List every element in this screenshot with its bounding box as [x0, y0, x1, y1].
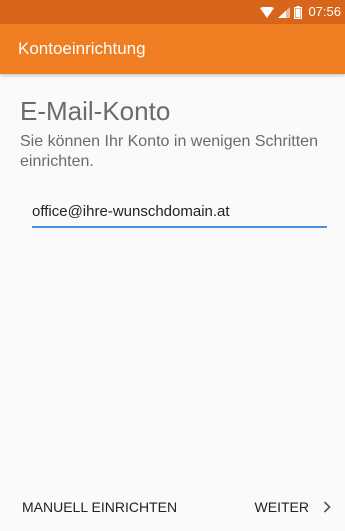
battery-icon — [294, 5, 303, 19]
wifi-icon — [260, 6, 275, 18]
main-content: E-Mail-Konto Sie können Ihr Konto in wen… — [0, 74, 345, 457]
email-field[interactable] — [32, 198, 327, 224]
bottom-bar: MANUELL EINRICHTEN WEITER — [0, 483, 345, 531]
page-description: Sie können Ihr Konto in wenigen Schritte… — [20, 133, 318, 170]
email-field-container — [32, 198, 327, 228]
next-button[interactable]: WEITER — [255, 483, 331, 531]
app-bar: Kontoeinrichtung — [0, 24, 345, 74]
manual-setup-button[interactable]: MANUELL EINRICHTEN — [22, 483, 177, 531]
status-bar: 07:56 — [0, 0, 345, 24]
signal-icon — [278, 6, 291, 18]
chevron-right-icon — [323, 501, 331, 513]
next-button-label: WEITER — [254, 499, 309, 515]
status-icons: 07:56 — [260, 0, 341, 24]
page-heading: E-Mail-Konto — [20, 96, 171, 126]
app-title: Kontoeinrichtung — [18, 39, 146, 58]
status-time: 07:56 — [308, 4, 341, 19]
